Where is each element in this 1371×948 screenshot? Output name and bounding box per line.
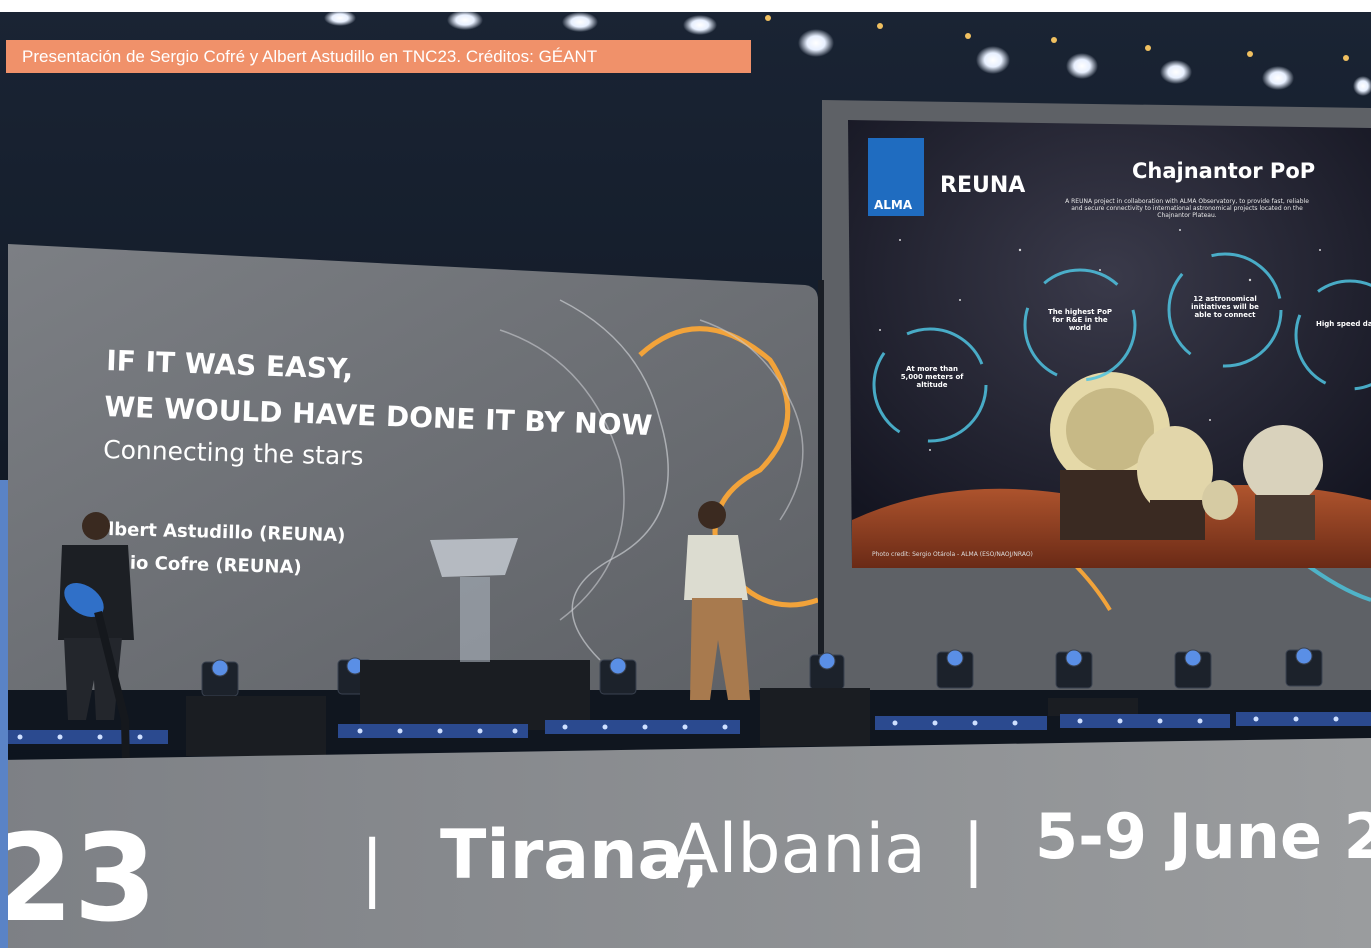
bubble-speed: High speed data transmission: [1316, 320, 1371, 328]
banner-country: Albania: [672, 810, 926, 889]
slide-intro: A REUNA project in collaboration with AL…: [1065, 198, 1309, 219]
bubble-initiatives: 12 astronomical initiatives will be able…: [1191, 295, 1259, 319]
reuna-logo: REUNA: [940, 173, 1025, 198]
slide-photo-credit: Photo credit: Sergio Otárola - ALMA (ESO…: [872, 551, 1033, 558]
slide-title: Chajnantor PoP: [1132, 159, 1315, 183]
alma-logo-text: ALMA: [874, 198, 913, 212]
stage-photo: IF IT WAS EASY, WE WOULD HAVE DONE IT BY…: [0, 0, 1371, 948]
banner-city: Tirana,: [440, 816, 709, 895]
photo-caption: Presentación de Sergio Cofré y Albert As…: [6, 40, 751, 73]
bubble-highest-pop: The highest PoP for R&E in the world: [1048, 308, 1112, 332]
banner-separator-1: |: [360, 825, 384, 910]
banner-separator-2: |: [962, 810, 985, 889]
left-edge-frame: [0, 480, 8, 948]
right-screen: ALMA REUNA Chajnantor PoP A REUNA projec…: [822, 100, 1371, 700]
bubble-altitude: At more than 5,000 meters of altitude: [901, 365, 964, 389]
banner-year: 23: [0, 810, 157, 948]
banner-dates: 5-9 June 202: [1035, 800, 1371, 873]
event-banner: 23 | Tirana, Albania | 5-9 June 202: [0, 738, 1371, 948]
